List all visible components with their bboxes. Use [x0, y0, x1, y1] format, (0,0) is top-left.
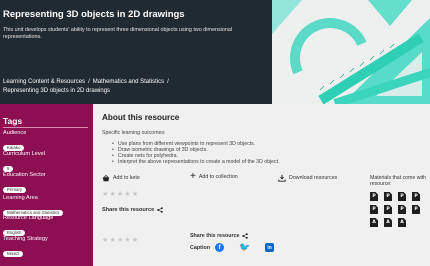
breadcrumb-item-mathematics[interactable]: Mathematics and Statistics	[93, 79, 164, 85]
page-description: This unit develops students' ability to …	[3, 27, 233, 41]
hero-banner: Representing 3D objects in 2D drawings T…	[0, 0, 430, 104]
breadcrumb: Learning Content & Resources / Mathematics…	[3, 78, 271, 96]
about-heading: About this resource	[102, 113, 180, 122]
pdf-file-icon[interactable]: P	[412, 192, 420, 201]
pdf-file-icon[interactable]: P	[384, 205, 392, 214]
tags-heading: Tags	[3, 116, 23, 126]
tag-label: Curriculum Level	[3, 151, 45, 157]
share-resource-label: Share this resource	[102, 207, 155, 213]
outcomes-label: Specific learning outcomes:	[102, 130, 166, 136]
tag-chip[interactable]: Mixed	[3, 251, 23, 257]
pdf-file-icon[interactable]: P	[370, 205, 378, 214]
pdf-file-icon[interactable]: P	[384, 192, 392, 201]
pdf-file-icon[interactable]: P	[412, 205, 420, 214]
facebook-icon[interactable]: f	[215, 243, 225, 252]
download-icon	[278, 174, 286, 182]
rating-stars[interactable]: ★★★★★	[102, 190, 139, 198]
page-title: Representing 3D objects in 2D drawings	[3, 9, 185, 20]
share-resource-button[interactable]: Share this resource	[102, 207, 163, 213]
download-resources-label: Download resources	[289, 175, 338, 181]
share-resource-button-lower[interactable]: Share this resource	[190, 233, 249, 239]
outcomes-list: Use plans from different viewpoints to r…	[112, 141, 280, 165]
add-to-kete-label: Add to kete	[113, 175, 140, 181]
download-resources-button[interactable]: Download resources	[278, 174, 337, 182]
tag-label: Education Sector	[3, 172, 46, 178]
rating-stars-lower[interactable]: ★★★★★	[102, 236, 139, 244]
tag-chip[interactable]: Primary	[3, 187, 27, 193]
pdf-file-icon[interactable]: A	[384, 218, 392, 227]
tag-group-education-sector: Education Sector Primary	[3, 172, 46, 196]
outcome-item: Interpret the above representations to c…	[112, 159, 280, 165]
share-icon	[242, 233, 249, 239]
pdf-file-icon[interactable]: P	[398, 192, 406, 201]
twitter-icon[interactable]: 🐦	[239, 242, 250, 252]
tag-label: Teaching Strategy	[3, 236, 48, 242]
share-resource-label: Share this resource	[190, 233, 240, 239]
pdf-file-icon[interactable]: A	[398, 218, 406, 227]
caption-share-row: Caption f 🐦 in	[190, 242, 275, 252]
basket-icon	[102, 175, 110, 182]
tag-label: Learning Area	[3, 195, 38, 201]
pdf-file-icon[interactable]: P	[398, 205, 406, 214]
caption-label: Caption	[190, 244, 211, 251]
tag-label: Audience	[3, 130, 27, 136]
breadcrumb-separator: /	[167, 79, 169, 85]
add-to-collection-label: Add to collection	[198, 174, 238, 180]
breadcrumb-separator: /	[88, 79, 90, 85]
rulers-image	[272, 0, 430, 104]
linkedin-icon[interactable]: in	[265, 243, 275, 252]
resource-main-panel: About this resource Specific learning ou…	[93, 104, 430, 266]
hero-text-panel: Representing 3D objects in 2D drawings T…	[0, 0, 272, 104]
add-to-kete-button[interactable]: Add to kete	[102, 174, 140, 182]
hero-image-rulers	[272, 0, 430, 104]
pdf-file-icon[interactable]: P	[370, 192, 378, 201]
materials-file-list: P P P P P P P P A A A	[370, 192, 426, 227]
tags-divider	[3, 127, 88, 128]
tags-sidebar: Tags Audience Kaiako Curriculum Level 5 …	[0, 104, 93, 266]
materials-label-line-2: resource:	[370, 181, 392, 188]
tag-group-teaching-strategy: Teaching Strategy Mixed	[3, 236, 48, 260]
breadcrumb-item-current: Representing 3D objects in 2D drawings	[3, 88, 111, 94]
materials-label: Materials that come with resource:	[370, 175, 426, 187]
share-icon	[157, 207, 163, 213]
add-to-collection-button[interactable]: + Add to collection	[190, 171, 238, 182]
tag-label: Resource Language	[3, 215, 54, 221]
plus-icon: +	[190, 171, 196, 182]
breadcrumb-item-learning-content[interactable]: Learning Content & Resources	[3, 79, 85, 85]
pdf-file-icon[interactable]: A	[370, 218, 378, 227]
